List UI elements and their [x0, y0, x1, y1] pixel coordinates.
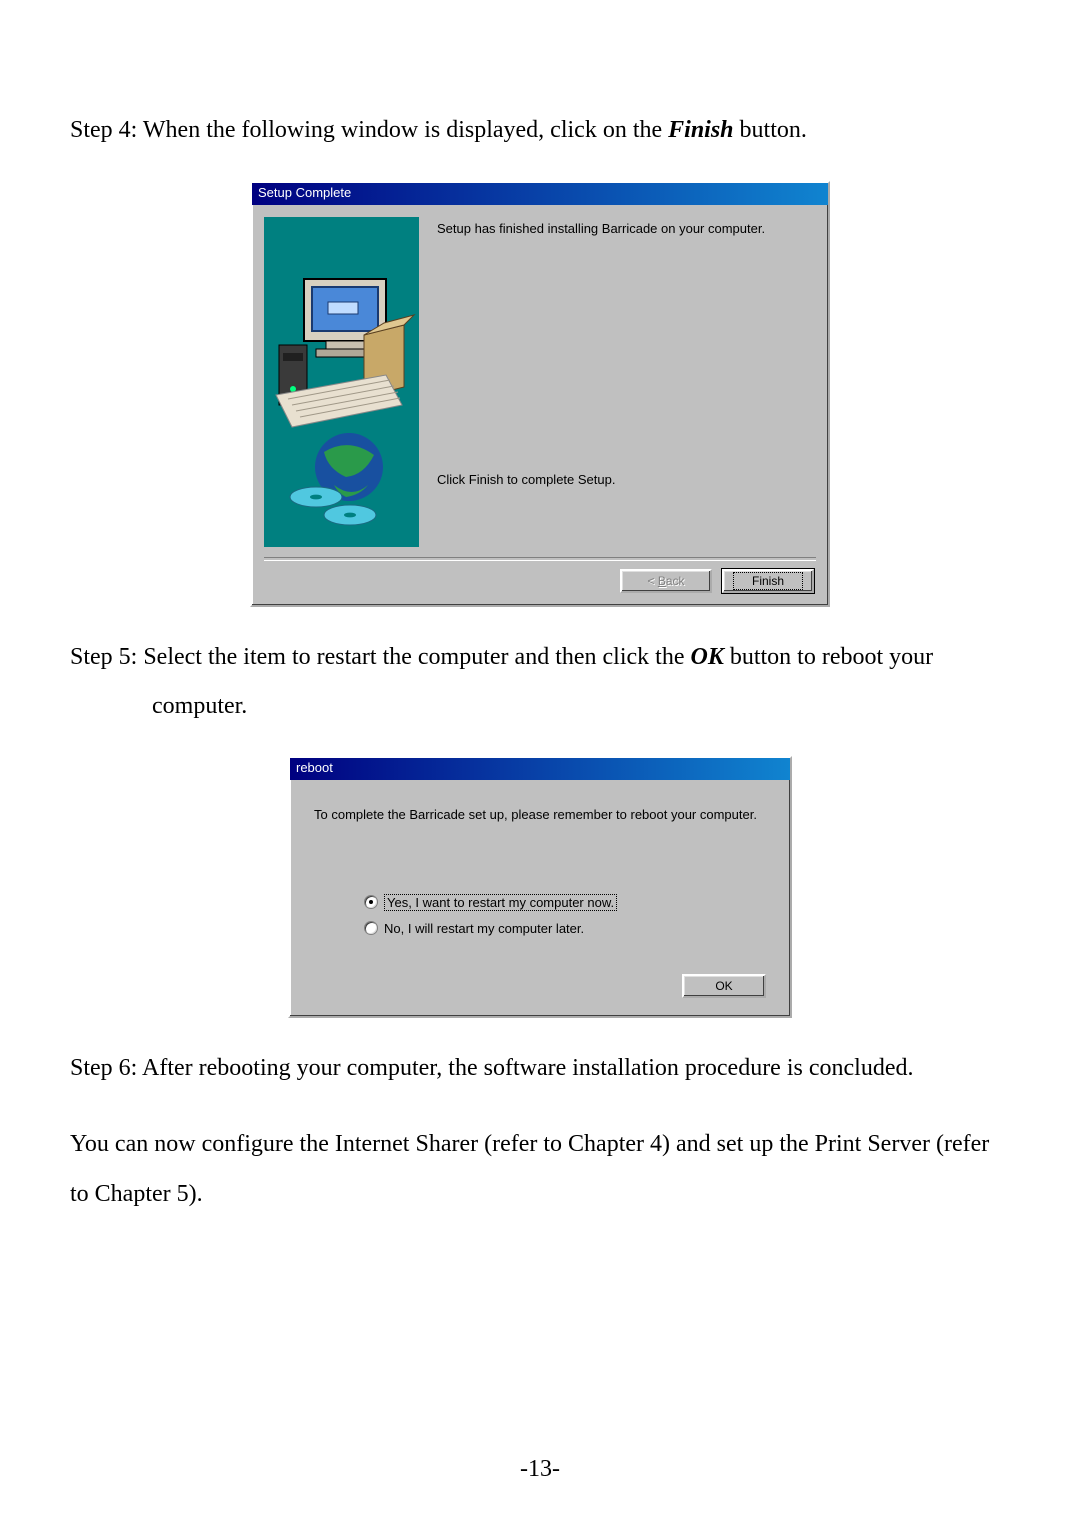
setup-complete-dialog: Setup Complete	[250, 181, 830, 607]
radio-restart-now[interactable]: Yes, I want to restart my computer now.	[364, 894, 766, 911]
page-number: -13-	[0, 1456, 1080, 1483]
closing-text: You can now configure the Internet Share…	[70, 1119, 1010, 1220]
radio-label: Yes, I want to restart my computer now.	[384, 894, 617, 911]
ok-button[interactable]: OK	[682, 974, 766, 998]
radio-icon	[364, 921, 378, 935]
step4-text: Step 4: When the following window is dis…	[70, 110, 1010, 151]
step5-cont: computer.	[152, 686, 1010, 727]
dialog-titlebar: Setup Complete	[252, 183, 828, 205]
reboot-dialog: reboot To complete the Barricade set up,…	[288, 756, 792, 1018]
radio-label: No, I will restart my computer later.	[384, 921, 584, 936]
step5-text: Step 5: Select the item to restart the c…	[70, 637, 1010, 678]
step6-text: Step 6: After rebooting your computer, t…	[70, 1048, 1010, 1089]
dialog1-line2: Click Finish to complete Setup.	[437, 472, 808, 487]
setup-sidebar-graphic	[264, 217, 419, 547]
dialog-titlebar: reboot	[290, 758, 790, 780]
back-button: < Back	[620, 569, 712, 593]
radio-restart-later[interactable]: No, I will restart my computer later.	[364, 921, 766, 936]
dialog1-line1: Setup has finished installing Barricade …	[437, 221, 808, 236]
radio-icon	[364, 895, 378, 909]
dialog-title: Setup Complete	[258, 185, 351, 200]
dialog-title: reboot	[296, 760, 333, 775]
reboot-message: To complete the Barricade set up, please…	[314, 806, 766, 824]
finish-button[interactable]: Finish	[722, 569, 814, 593]
